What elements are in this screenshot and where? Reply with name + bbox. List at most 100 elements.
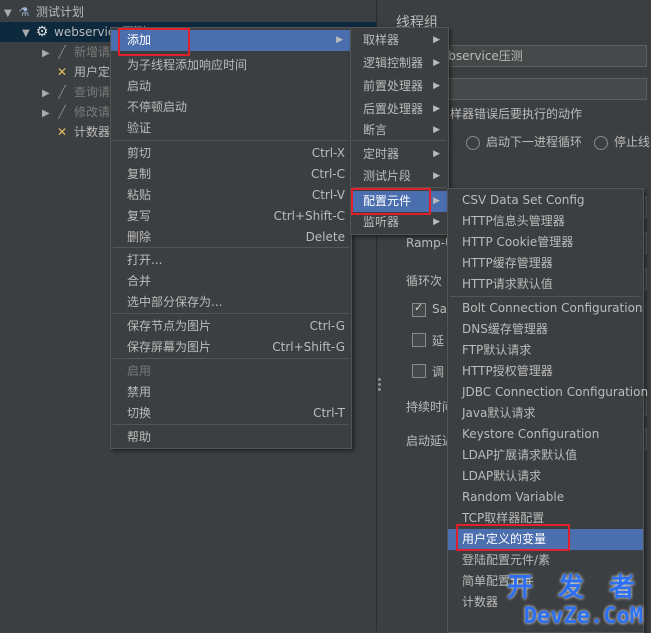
tree-node-test-plan[interactable]: ▼ ⚗ 测试计划 — [4, 2, 84, 22]
config-element-item[interactable]: HTTP授权管理器 — [448, 361, 643, 382]
shortcut-label: Ctrl-G — [309, 319, 345, 333]
shortcut-label: Ctrl+Shift-C — [273, 209, 345, 223]
shortcut-label: Ctrl+Shift-G — [272, 340, 345, 354]
radio-stop-thread[interactable]: 停止线 — [594, 133, 650, 150]
config-element-item[interactable]: TCP取样器配置 — [448, 508, 643, 529]
config-element-item[interactable]: Keystore Configuration — [448, 424, 643, 445]
config-element-item[interactable]: HTTP信息头管理器 — [448, 211, 643, 232]
context-menu-item[interactable]: 打开... — [111, 250, 351, 271]
submenu-arrow-icon: ▶ — [433, 58, 440, 68]
config-element-item[interactable]: DNS缓存管理器 — [448, 319, 643, 340]
same-user-label: Sa — [432, 302, 447, 316]
menu-separator — [113, 358, 349, 359]
collapse-arrow-icon[interactable]: ▼ — [4, 4, 16, 24]
config-element-item[interactable]: FTP默认请求 — [448, 340, 643, 361]
add-submenu-item[interactable]: 断言 ▶ — [351, 120, 448, 141]
submenu-arrow-icon: ▶ — [433, 35, 440, 45]
config-element-item[interactable]: LDAP扩展请求默认值 — [448, 445, 643, 466]
shortcut-label: Ctrl-V — [311, 188, 345, 202]
shortcut-label: Ctrl-X — [311, 146, 345, 160]
config-element-item[interactable]: HTTP缓存管理器 — [448, 253, 643, 274]
context-menu: 添加 ▶ 为子线程添加响应时间 启动 不停顿启动 验证剪切 Ctrl-X 复制 Ctrl-C 粘贴… — [110, 27, 352, 449]
config-element-item[interactable]: Java默认请求 — [448, 403, 643, 424]
context-menu-item[interactable]: 合并 — [111, 271, 351, 292]
shortcut-label: Ctrl-C — [310, 167, 345, 181]
tools-icon: ✕ — [56, 125, 68, 139]
submenu-arrow-icon: ▶ — [336, 35, 343, 45]
context-menu-item[interactable]: 启用 — [111, 361, 351, 382]
add-submenu-item[interactable]: 监听器 ▶ — [351, 212, 448, 233]
add-submenu-item[interactable]: 配置元件 ▶ — [351, 191, 448, 212]
config-element-item[interactable]: LDAP默认请求 — [448, 466, 643, 487]
config-element-item[interactable]: Bolt Connection Configuration — [448, 298, 643, 319]
watermark-logo: 开 发 者 DevZe.CoM — [506, 573, 643, 629]
menu-separator — [113, 140, 349, 141]
radio-circle — [466, 135, 480, 150]
context-menu-item[interactable]: 禁用 — [111, 382, 351, 403]
splitter-grip-dot — [378, 378, 381, 381]
context-menu-item[interactable]: 为子线程添加响应时间 — [111, 55, 351, 76]
comment-field[interactable] — [426, 78, 647, 100]
add-submenu-item[interactable]: 测试片段 ▶ — [351, 166, 448, 187]
menu-separator — [353, 187, 446, 188]
submenu-arrow-icon: ▶ — [433, 104, 440, 114]
context-menu-item[interactable]: 粘贴 Ctrl-V — [111, 185, 351, 206]
submenu-arrow-icon: ▶ — [433, 217, 440, 227]
add-submenu-item[interactable]: 前置处理器 ▶ — [351, 76, 448, 97]
context-menu-item[interactable]: 选中部分保存为... — [111, 292, 351, 313]
context-menu-item[interactable]: 保存屏幕为图片 Ctrl+Shift-G — [111, 337, 351, 358]
tools-icon: ✕ — [56, 65, 68, 79]
add-submenu-item[interactable]: 后置处理器 ▶ — [351, 99, 448, 120]
pipette-icon: ╱ — [58, 45, 66, 59]
delay-checkbox[interactable] — [412, 333, 426, 347]
config-element-item[interactable]: HTTP请求默认值 — [448, 274, 643, 295]
flask-icon: ⚗ — [18, 5, 30, 19]
expand-arrow-icon[interactable]: ▶ — [42, 44, 54, 64]
config-element-item[interactable]: 用户定义的变量 — [448, 529, 643, 550]
submenu-arrow-icon: ▶ — [433, 149, 440, 159]
delay-label: 延 — [432, 334, 445, 348]
context-menu-item[interactable]: 保存节点为图片 Ctrl-G — [111, 316, 351, 337]
same-user-checkbox[interactable]: ✓ — [412, 301, 426, 317]
expand-arrow-icon[interactable]: ▶ — [42, 84, 54, 104]
context-menu-item[interactable]: 添加 ▶ — [111, 30, 351, 51]
radio-circle — [594, 135, 608, 150]
tree-node-child-5[interactable]: ✕ 计数器 — [42, 122, 110, 142]
config-element-item[interactable]: JDBC Connection Configuration — [448, 382, 648, 403]
gear-icon: ⚙ — [35, 24, 49, 40]
config-element-item[interactable]: Random Variable — [448, 487, 643, 508]
menu-separator — [113, 424, 349, 425]
menu-separator — [450, 296, 641, 297]
shortcut-label: Delete — [305, 230, 345, 244]
context-menu-item[interactable]: 剪切 Ctrl-X — [111, 143, 351, 164]
submenu-arrow-icon: ▶ — [433, 196, 440, 206]
pipette-icon: ╱ — [58, 105, 66, 119]
pipette-icon: ╱ — [58, 85, 66, 99]
shortcut-label: Ctrl-T — [313, 406, 345, 420]
context-menu-item[interactable]: 切换 Ctrl-T — [111, 403, 351, 424]
splitter-grip-dot — [378, 388, 381, 391]
add-submenu: 取样器 ▶ 逻辑控制器 ▶ 前置处理器 ▶ 后置处理器 ▶ 断言 ▶ 定时器 ▶ 测试片段 ▶ 配置元件 ▶ 监… — [350, 27, 449, 235]
submenu-arrow-icon: ▶ — [433, 125, 440, 135]
context-menu-item[interactable]: 复写 Ctrl+Shift-C — [111, 206, 351, 227]
scheduler-checkbox[interactable] — [412, 364, 426, 378]
loop-count-label: 循环次 — [406, 274, 443, 288]
expand-arrow-icon[interactable]: ▶ — [42, 104, 54, 124]
collapse-arrow-icon[interactable]: ▼ — [22, 24, 34, 44]
context-menu-item[interactable]: 复制 Ctrl-C — [111, 164, 351, 185]
context-menu-item[interactable]: 启动 — [111, 76, 351, 97]
config-element-item[interactable]: CSV Data Set Config — [448, 190, 643, 211]
add-submenu-item[interactable]: 取样器 ▶ — [351, 30, 448, 51]
context-menu-item[interactable]: 不停顿启动 — [111, 97, 351, 118]
context-menu-item[interactable]: 验证 — [111, 118, 351, 139]
add-submenu-item[interactable]: 定时器 ▶ — [351, 144, 448, 165]
menu-separator — [113, 313, 349, 314]
context-menu-item[interactable]: 帮助 — [111, 427, 351, 448]
error-action-heading: 在取样器错误后要执行的动作 — [426, 107, 583, 121]
config-element-item[interactable]: HTTP Cookie管理器 — [448, 232, 643, 253]
context-menu-item[interactable]: 删除 Delete — [111, 227, 351, 248]
submenu-arrow-icon: ▶ — [433, 81, 440, 91]
add-submenu-item[interactable]: 逻辑控制器 ▶ — [351, 53, 448, 74]
name-field[interactable]: webservice压测 — [426, 45, 647, 67]
radio-start-next-loop[interactable]: 启动下一进程循环 — [466, 133, 582, 150]
